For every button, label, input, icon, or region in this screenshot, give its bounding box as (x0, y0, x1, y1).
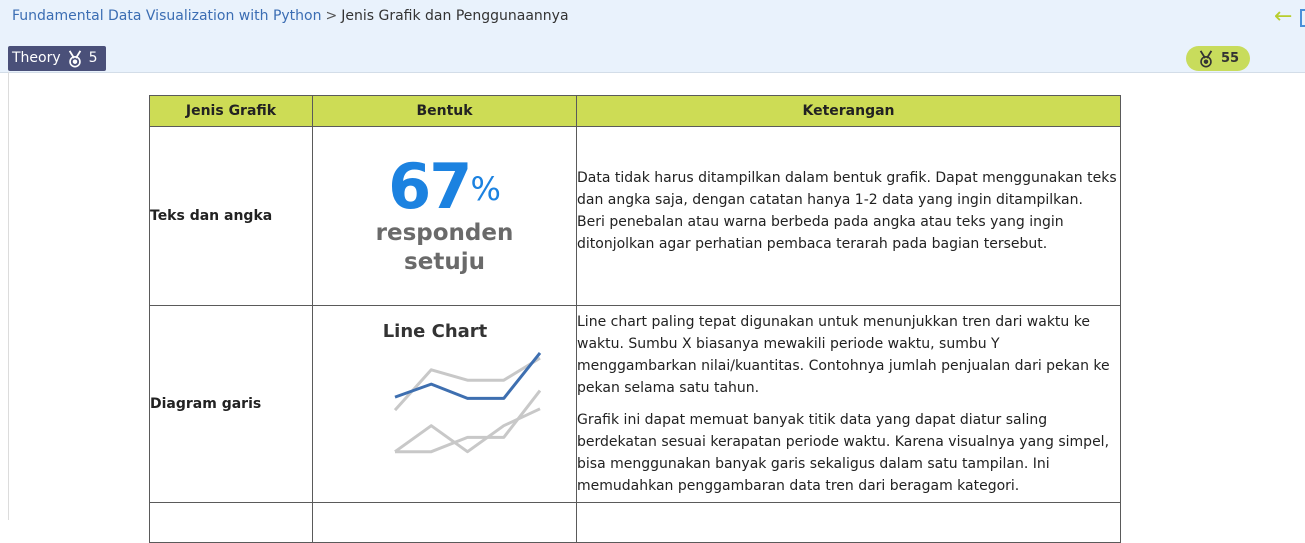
table-row (149, 502, 1121, 543)
description-paragraph: Grafik ini dapat memuat banyak titik dat… (577, 412, 1110, 494)
series-line-b (393, 356, 541, 412)
medal-icon (1199, 49, 1213, 67)
row-type-label (149, 502, 313, 543)
stat-caption-line-1: responden (375, 220, 514, 246)
breadcrumb-current-page: Jenis Grafik dan Penggunaannya (341, 8, 569, 24)
description-paragraph: Line chart paling tepat digunakan untuk … (577, 314, 1110, 396)
breadcrumb-course-link[interactable]: Fundamental Data Visualization with Pyth… (12, 8, 321, 24)
column-header-description: Keterangan (576, 95, 1121, 127)
column-header-type: Jenis Grafik (149, 95, 313, 127)
row-form-cell (312, 502, 577, 543)
big-number-graphic: 67% responden setuju (313, 155, 576, 277)
stat-number-value: 67 (388, 150, 472, 223)
points-value: 55 (1220, 51, 1240, 66)
theory-label: Theory (12, 50, 61, 66)
description-paragraph: Data tidak harus ditampilkan dalam bentu… (577, 170, 1117, 208)
medal-icon (68, 49, 81, 67)
breadcrumb: Fundamental Data Visualization with Pyth… (12, 8, 569, 24)
content-divider (8, 72, 9, 520)
stat-caption-line-2: setuju (404, 249, 485, 275)
row-form-cell: 67% responden setuju (312, 126, 577, 306)
series-line-d (393, 407, 541, 454)
row-type-label: Teks dan angka (149, 126, 313, 306)
table-row: Diagram garis Line Chart ABCD Line chart… (149, 305, 1121, 503)
stat-number-unit: % (470, 170, 501, 208)
chart-title: Line Chart (382, 321, 487, 342)
points-badge: 55 (1186, 46, 1250, 71)
stat-number: 67% (313, 155, 576, 219)
theory-badge: Theory 5 (8, 46, 106, 71)
arrow-left-icon[interactable]: ← (1274, 6, 1296, 28)
table-row: Teks dan angka 67% responden setuju Data… (149, 126, 1121, 306)
line-chart: Line Chart ABCD (382, 321, 541, 454)
chart-types-table: Jenis Grafik Bentuk Keterangan Teks dan … (149, 95, 1121, 543)
description-paragraph: Beri penebalan atau warna berbeda pada a… (577, 214, 1064, 252)
column-header-form: Bentuk (312, 95, 577, 127)
panel-toggle-icon[interactable] (1300, 9, 1305, 27)
row-type-label: Diagram garis (149, 305, 313, 503)
chart-series-group: ABCD (393, 351, 541, 454)
row-form-cell: Line Chart ABCD (312, 305, 577, 503)
row-description: Data tidak harus ditampilkan dalam bentu… (576, 126, 1121, 306)
row-description (576, 502, 1121, 543)
series-line-a (393, 351, 541, 400)
breadcrumb-separator: > (325, 8, 338, 24)
theory-count: 5 (88, 50, 98, 66)
row-description: Line chart paling tepat digunakan untuk … (576, 305, 1121, 503)
top-bar: Fundamental Data Visualization with Pyth… (0, 0, 1305, 73)
table-header-row: Jenis Grafik Bentuk Keterangan (149, 95, 1121, 127)
